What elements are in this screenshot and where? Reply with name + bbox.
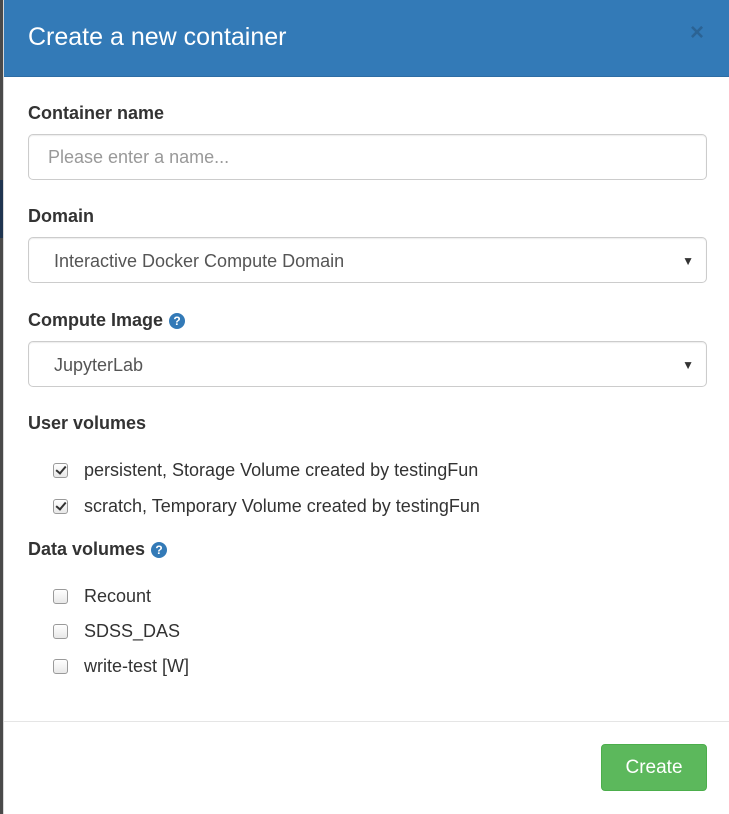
compute-image-select[interactable]: JupyterLab ▼ xyxy=(28,341,707,387)
create-button[interactable]: Create xyxy=(601,744,707,791)
domain-label: Domain xyxy=(28,206,95,226)
checkbox-checked[interactable] xyxy=(53,462,68,478)
question-circle-icon[interactable]: ? xyxy=(169,313,186,329)
checkbox[interactable] xyxy=(53,623,68,639)
checkbox-checked[interactable] xyxy=(53,498,68,514)
data-volume-label: Recount xyxy=(84,586,152,606)
compute-image-label-text: Compute Image xyxy=(28,310,164,330)
data-volume-label: SDSS_DAS xyxy=(84,621,181,641)
user-volume-label: scratch, Temporary Volume created by tes… xyxy=(84,496,480,516)
user-volume-label: persistent, Storage Volume created by te… xyxy=(84,460,479,480)
container-name-input[interactable] xyxy=(28,134,707,180)
dialog-header: Create a new container × xyxy=(4,0,729,77)
dialog-title: Create a new container xyxy=(28,23,287,51)
checkbox[interactable] xyxy=(53,658,68,674)
create-container-dialog: Create a new container × Container name … xyxy=(3,0,729,814)
question-circle-icon[interactable]: ? xyxy=(151,542,168,558)
caret-down-icon: ▼ xyxy=(682,358,694,372)
data-volume-item-sdss-das[interactable]: SDSS_DAS xyxy=(53,619,180,643)
user-volumes-label: User volumes xyxy=(28,413,147,433)
data-volumes-label: Data volumes? xyxy=(28,538,168,560)
checkbox[interactable] xyxy=(53,588,68,604)
footer-divider xyxy=(4,721,729,722)
user-volume-item-persistent[interactable]: persistent, Storage Volume created by te… xyxy=(53,458,478,482)
data-volume-label: write-test [W] xyxy=(84,656,190,676)
data-volumes-label-text: Data volumes xyxy=(28,539,146,559)
close-button[interactable]: × xyxy=(685,20,709,46)
compute-image-label: Compute Image? xyxy=(28,309,186,331)
data-volume-item-write-test[interactable]: write-test [W] xyxy=(53,654,189,678)
data-volume-item-recount[interactable]: Recount xyxy=(53,584,151,608)
container-name-label: Container name xyxy=(28,103,165,123)
user-volume-item-scratch[interactable]: scratch, Temporary Volume created by tes… xyxy=(53,494,480,518)
domain-select[interactable]: Interactive Docker Compute Domain ▼ xyxy=(28,237,707,283)
compute-image-select-value: JupyterLab xyxy=(54,355,144,375)
domain-select-value: Interactive Docker Compute Domain xyxy=(54,251,345,271)
caret-down-icon: ▼ xyxy=(682,254,694,268)
